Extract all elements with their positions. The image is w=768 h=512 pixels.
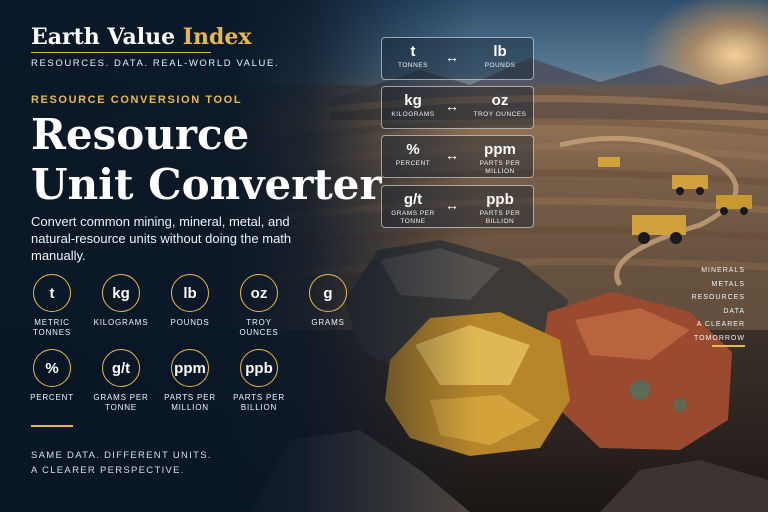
side-keyword: DATA <box>723 307 745 315</box>
unit-label: METRIC TONNES <box>33 318 71 337</box>
to-symbol: ppm <box>484 141 516 158</box>
unit-troy-ounces: oz TROY OUNCES <box>229 274 289 338</box>
unit-symbol: g/t <box>102 349 140 387</box>
unit-symbol: ppb <box>240 349 278 387</box>
unit-kilograms: kg KILOGRAMS <box>91 274 151 328</box>
unit-label: POUNDS <box>170 318 210 327</box>
unit-percent: % PERCENT <box>22 349 82 403</box>
unit-label: PERCENT <box>30 393 74 402</box>
swap-arrow-icon: ↔ <box>445 49 459 65</box>
from-label: PERCENT <box>395 160 431 167</box>
side-keyword: METALS <box>711 280 745 288</box>
brand-name: Earth Value <box>31 24 176 50</box>
unit-grams: g GRAMS <box>298 274 358 328</box>
unit-pounds: lb POUNDS <box>160 274 220 328</box>
brand-name-accent: Index <box>182 24 252 50</box>
from-label: TONNES <box>398 62 428 69</box>
unit-symbol: % <box>33 349 71 387</box>
swap-arrow-icon: ↔ <box>445 98 459 114</box>
title-line-2: Unit Converter <box>31 160 382 209</box>
side-keyword: MINERALS <box>701 267 745 274</box>
unit-metric-tonnes: t METRIC TONNES <box>22 274 82 338</box>
eyebrow-label: RESOURCE CONVERSION TOOL <box>31 94 243 106</box>
side-keyword: RESOURCES <box>691 294 745 301</box>
to-symbol: oz <box>491 92 509 109</box>
footer-text: SAME DATA. DIFFERENT UNITS. A CLEARER PE… <box>31 448 212 478</box>
side-keyword: A CLEARER <box>696 321 745 328</box>
from-symbol: % <box>406 141 420 158</box>
unit-label: PARTS PER BILLION <box>233 393 285 412</box>
to-label: PARTS PER MILLION <box>479 160 521 175</box>
unit-label: KILOGRAMS <box>93 318 149 327</box>
footer-line-1: SAME DATA. DIFFERENT UNITS. <box>31 450 212 461</box>
footer-divider <box>31 425 73 427</box>
unit-label: TROY OUNCES <box>239 318 279 337</box>
conversion-card-percent-ppm: % PERCENT ↔ ppm PARTS PER MILLION <box>381 135 534 178</box>
to-label: TROY OUNCES <box>473 111 527 118</box>
unit-symbol: kg <box>102 274 140 312</box>
hero-banner: Earth Value Index RESOURCES. DATA. REAL-… <box>0 0 768 512</box>
unit-parts-per-billion: ppb PARTS PER BILLION <box>229 349 289 413</box>
swap-arrow-icon: ↔ <box>445 197 459 213</box>
conversion-card-gpt-ppb: g/t GRAMS PER TONNE ↔ ppb PARTS PER BILLIO… <box>381 185 534 228</box>
unit-symbol: t <box>33 274 71 312</box>
side-keyword-list: MINERALS METALS RESOURCES DATA A CLEARER… <box>660 264 745 345</box>
unit-label: PARTS PER MILLION <box>164 393 216 412</box>
conversion-card-tonnes-pounds: t TONNES ↔ lb POUNDS <box>381 37 534 80</box>
title-line-1: Resource <box>31 110 250 159</box>
from-label: KILOGRAMS <box>391 111 435 118</box>
swap-arrow-icon: ↔ <box>445 147 459 163</box>
to-symbol: lb <box>493 43 507 60</box>
from-symbol: g/t <box>403 191 423 208</box>
page-title: Resource Unit Converter <box>31 110 382 210</box>
page-subtitle: Convert common mining, mineral, metal, a… <box>31 214 292 263</box>
brand-logo: Earth Value Index <box>31 24 252 50</box>
brand-divider <box>31 52 211 53</box>
unit-symbol: g <box>309 274 347 312</box>
unit-symbol: lb <box>171 274 209 312</box>
unit-symbol: oz <box>240 274 278 312</box>
to-label: POUNDS <box>484 62 516 69</box>
brand-tagline: RESOURCES. DATA. REAL-WORLD VALUE. <box>31 58 280 69</box>
unit-parts-per-million: ppm PARTS PER MILLION <box>160 349 220 413</box>
side-divider <box>712 345 745 347</box>
side-keyword: TOMORROW <box>693 334 745 342</box>
unit-symbol: ppm <box>171 349 209 387</box>
unit-label: GRAMS PER TONNE <box>93 393 149 412</box>
from-symbol: kg <box>404 92 422 109</box>
to-label: PARTS PER BILLION <box>479 210 521 225</box>
unit-grams-per-tonne: g/t GRAMS PER TONNE <box>91 349 151 413</box>
from-label: GRAMS PER TONNE <box>391 210 435 225</box>
conversion-card-kilograms-troy-ounces: kg KILOGRAMS ↔ oz TROY OUNCES <box>381 86 534 129</box>
from-symbol: t <box>410 43 416 60</box>
to-symbol: ppb <box>486 191 514 208</box>
footer-line-2: A CLEARER PERSPECTIVE. <box>31 465 185 476</box>
unit-label: GRAMS <box>311 318 345 327</box>
